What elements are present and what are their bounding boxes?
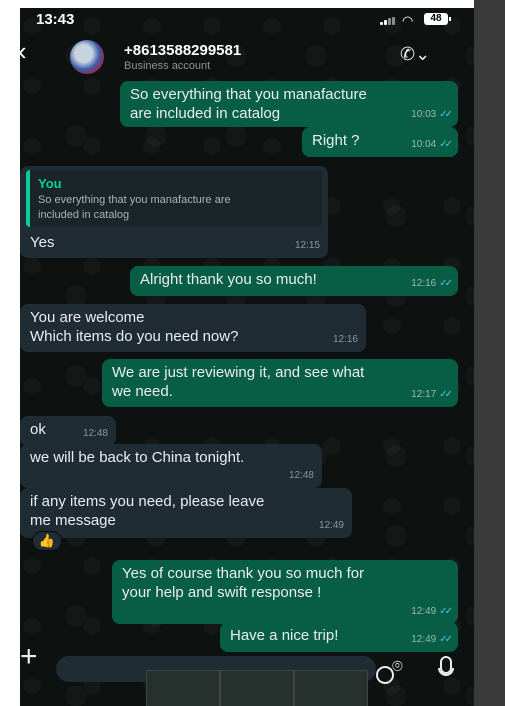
message-meta: 12:48 — [82, 428, 108, 439]
message-meta: 10:03 ✓✓ — [411, 109, 453, 120]
chat-screen: 13:43 ◠ 48 ‹ +8613588299581 Business acc… — [20, 8, 474, 706]
wifi-icon: ◠ — [402, 13, 414, 28]
battery-indicator: 48 — [424, 13, 451, 25]
message-incoming[interactable]: we will be back to China tonight. 12:48 — [20, 444, 322, 488]
message-meta: 12:17 ✓✓ — [411, 389, 453, 400]
microphone-icon[interactable] — [438, 656, 454, 676]
message-outgoing[interactable]: Right ? 10:04 ✓✓ — [302, 127, 458, 157]
message-input-bar: + ⌾ — [20, 640, 474, 706]
chat-header: ‹ +8613588299581 Business account ✆⌄ — [20, 32, 474, 78]
message-incoming[interactable]: You So everything that you manafacture a… — [20, 166, 328, 258]
message-text: You are welcome Which items do you need … — [30, 309, 239, 345]
thumbnail[interactable] — [146, 670, 220, 706]
message-meta: 12:49 ✓✓ — [411, 634, 453, 645]
message-meta: 12:49 — [318, 520, 344, 531]
signal-icon — [380, 17, 398, 25]
read-receipt-icon: ✓✓ — [439, 139, 453, 150]
read-receipt-icon: ✓✓ — [439, 634, 453, 645]
read-receipt-icon: ✓✓ — [439, 109, 453, 120]
message-text: Yes of course thank you so much for your… — [122, 565, 365, 601]
contact-subtitle: Business account — [124, 60, 211, 72]
contact-name[interactable]: +8613588299581 — [124, 42, 241, 59]
message-meta: 12:16 ✓✓ — [411, 278, 453, 289]
quote-author: You — [38, 176, 62, 191]
message-incoming[interactable]: if any items you need, please leave me m… — [20, 488, 352, 538]
message-outgoing[interactable]: So everything that you manafacture are i… — [120, 81, 458, 127]
message-meta: 12:16 — [332, 334, 358, 345]
message-meta: 12:49 ✓✓ — [411, 606, 453, 617]
message-text: Alright thank you so much! — [140, 271, 317, 288]
read-receipt-icon: ✓✓ — [439, 278, 453, 289]
message-text: if any items you need, please leave me m… — [30, 493, 265, 529]
thumbnail[interactable] — [220, 670, 294, 706]
read-receipt-icon: ✓✓ — [439, 606, 453, 617]
side-strip — [474, 0, 505, 706]
message-meta: 12:15 — [294, 240, 320, 251]
status-bar: 13:43 ◠ 48 — [20, 8, 474, 32]
quoted-message[interactable]: You So everything that you manafacture a… — [26, 170, 322, 227]
message-outgoing[interactable]: Yes of course thank you so much for your… — [112, 560, 458, 624]
message-text: We are just reviewing it, and see what w… — [112, 364, 365, 400]
message-meta: 10:04 ✓✓ — [411, 139, 453, 150]
message-outgoing[interactable]: We are just reviewing it, and see what w… — [102, 359, 458, 407]
message-incoming[interactable]: ok 12:48 — [20, 416, 116, 446]
message-outgoing[interactable]: Alright thank you so much! 12:16 ✓✓ — [130, 266, 458, 296]
plus-icon[interactable]: + — [20, 640, 38, 674]
thumbnail[interactable] — [294, 670, 368, 706]
read-receipt-icon: ✓✓ — [439, 389, 453, 400]
thumbs-up-reaction[interactable]: 👍 — [32, 531, 62, 551]
app-switcher-thumbnails — [130, 670, 370, 706]
message-text: So everything that you manafacture are i… — [130, 86, 367, 122]
message-text: we will be back to China tonight. — [30, 449, 245, 466]
message-incoming[interactable]: You are welcome Which items do you need … — [20, 304, 366, 352]
chevron-left-icon[interactable]: ‹ — [20, 38, 27, 64]
message-text: Yes — [30, 234, 55, 251]
avatar[interactable] — [70, 40, 104, 74]
camera-icon[interactable]: ⌾ — [392, 656, 403, 677]
status-time: 13:43 — [36, 11, 75, 28]
phone-icon[interactable]: ✆⌄ — [400, 44, 430, 65]
quote-text: So everything that you manafacture are i… — [38, 194, 231, 221]
message-meta: 12:48 — [288, 470, 314, 481]
